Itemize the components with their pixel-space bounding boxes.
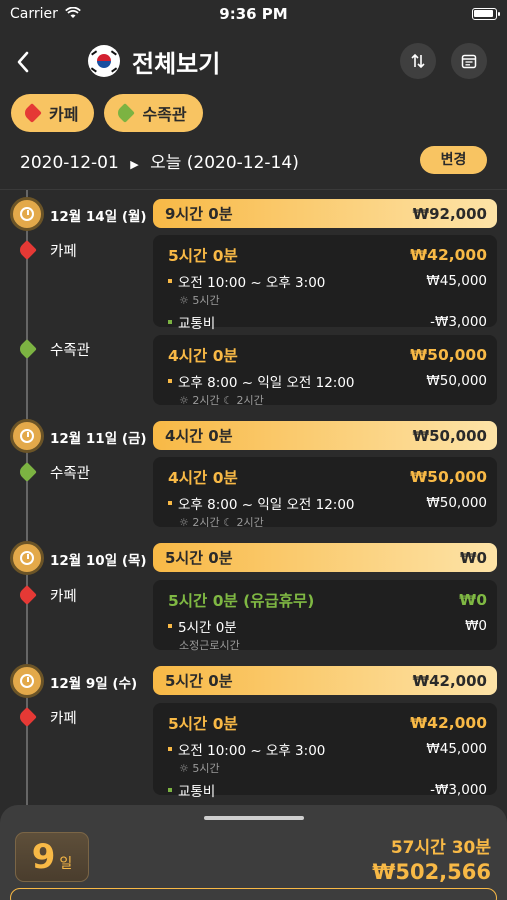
sheet-lower-panel xyxy=(10,888,497,900)
shift-breakdown: ☼ 2시간 ☾ 2시간 xyxy=(179,394,264,407)
job-name: 카페 xyxy=(50,244,77,260)
shift-hours-pay: ₩50,000 xyxy=(426,495,487,511)
extra-item: 교통비 xyxy=(178,784,216,800)
day-total-pay: ₩42,000 xyxy=(412,671,487,690)
calendar-button[interactable] xyxy=(451,43,487,79)
shift-card[interactable]: 4시간 0분 ₩50,000 오후 8:00 ~ 익일 오전 12:00 ₩50,0… xyxy=(153,335,497,407)
extra-item-pay: -₩3,000 xyxy=(430,782,487,798)
back-button[interactable] xyxy=(16,44,46,78)
extra-item-pay: -₩3,000 xyxy=(430,314,487,330)
shift-pay: ₩0 xyxy=(459,591,487,609)
day-total-pay: ₩92,000 xyxy=(412,204,487,223)
shift-hours: 오전 10:00 ~ 오후 3:00 xyxy=(178,743,326,759)
battery-icon xyxy=(472,8,500,20)
job-tag-icon xyxy=(17,707,37,727)
work-days-count: 9 xyxy=(31,837,56,877)
extra-item: 교통비 xyxy=(178,316,216,332)
shift-card[interactable]: 4시간 0분 ₩50,000 오후 8:00 ~ 익일 오전 12:00 ₩50,0… xyxy=(153,457,497,529)
shift-hours: 오전 10:00 ~ 오후 3:00 xyxy=(178,275,326,291)
shift-pay: ₩42,000 xyxy=(410,714,487,732)
day-label: 12월 11일 (금) xyxy=(50,431,147,447)
work-days-badge: 9 일 xyxy=(15,832,89,882)
shift-breakdown: ☼ 5시간 xyxy=(179,762,220,775)
job-name: 카페 xyxy=(50,589,77,605)
range-from: 2020-12-01 xyxy=(20,153,119,173)
summary-sheet[interactable]: 9 일 57시간 30분 ₩502,566 xyxy=(0,805,507,900)
shift-time: 5시간 0분 (유급휴무) xyxy=(168,592,315,610)
shift-breakdown: ☼ 5시간 xyxy=(179,294,220,307)
job-tag-icon xyxy=(17,240,37,260)
shift-time: 4시간 0분 xyxy=(168,469,238,487)
calendar-icon xyxy=(461,54,477,69)
day-summary-banner[interactable]: 9시간 0분 ₩92,000 xyxy=(153,199,497,228)
scheduled-label: 소정근로시간 xyxy=(179,639,240,652)
day-total-pay: ₩0 xyxy=(460,548,487,567)
timeline[interactable]: 12월 14일 (월) 9시간 0분 ₩92,000 카페 5시간 0분 ₩42,… xyxy=(0,190,507,810)
korea-flag-icon xyxy=(88,45,120,77)
day-total-time: 9시간 0분 xyxy=(165,205,233,223)
change-range-button[interactable]: 변경 xyxy=(420,146,487,174)
tag-aquarium[interactable]: 수족관 xyxy=(104,94,203,132)
shift-hours-pay: ₩45,000 xyxy=(426,741,487,757)
shift-breakdown: ☼ 2시간 ☾ 2시간 xyxy=(179,516,264,529)
job-tag-icon xyxy=(17,462,37,482)
shift-pay: ₩42,000 xyxy=(410,246,487,264)
day-node-icon xyxy=(10,419,44,453)
job-name: 수족관 xyxy=(50,466,91,482)
day-total-time: 5시간 0분 xyxy=(165,549,233,567)
day-total-pay: ₩50,000 xyxy=(412,426,487,445)
day-node-icon xyxy=(10,197,44,231)
tag-label: 카페 xyxy=(49,105,79,124)
shift-hours-pay: ₩50,000 xyxy=(426,373,487,389)
summary-totals: 57시간 30분 ₩502,566 xyxy=(372,833,491,884)
day-label: 12월 9일 (수) xyxy=(50,676,138,692)
swap-arrows-icon xyxy=(411,53,425,69)
shift-card[interactable]: 5시간 0분 ₩42,000 오전 10:00 ~ 오후 3:00 ₩45,000 … xyxy=(153,235,497,332)
tag-icon xyxy=(22,103,42,123)
shift-card[interactable]: 5시간 0분 ₩42,000 오전 10:00 ~ 오후 3:00 ₩45,000 … xyxy=(153,703,497,800)
filter-tags: 카페 수족관 xyxy=(11,94,203,132)
work-days-unit: 일 xyxy=(59,856,73,872)
date-range: 2020-12-01 ▶ 오늘 (2020-12-14) xyxy=(20,148,299,173)
status-bar: Carrier 9:36 PM xyxy=(0,0,507,28)
shift-time: 5시간 0분 xyxy=(168,247,238,265)
clock-time: 9:36 PM xyxy=(219,5,288,23)
tag-icon xyxy=(115,103,136,123)
shift-time: 5시간 0분 xyxy=(168,715,238,733)
shift-hours-pay: ₩45,000 xyxy=(426,273,487,289)
job-tag-icon xyxy=(17,339,37,359)
nav-bar: 전체보기 xyxy=(0,40,507,82)
day-node-icon xyxy=(10,541,44,575)
day-label: 12월 14일 (월) xyxy=(50,209,147,225)
tag-label: 수족관 xyxy=(142,105,187,124)
job-tag-icon xyxy=(17,585,37,605)
day-total-time: 4시간 0분 xyxy=(165,427,233,445)
shift-time: 4시간 0분 xyxy=(168,347,238,365)
day-total-time: 5시간 0분 xyxy=(165,672,233,690)
total-pay: ₩502,566 xyxy=(372,860,491,884)
job-name: 수족관 xyxy=(50,343,91,359)
page-title: 전체보기 xyxy=(132,50,221,78)
job-name: 카페 xyxy=(50,711,77,727)
day-summary-banner[interactable]: 4시간 0분 ₩50,000 xyxy=(153,421,497,450)
range-to: 오늘 (2020-12-14) xyxy=(150,153,299,173)
play-arrow-icon: ▶ xyxy=(130,158,139,171)
day-summary-banner[interactable]: 5시간 0분 ₩42,000 xyxy=(153,666,497,695)
shift-hours: 오후 8:00 ~ 익일 오전 12:00 xyxy=(178,497,355,513)
day-summary-banner[interactable]: 5시간 0분 ₩0 xyxy=(153,543,497,572)
sort-button[interactable] xyxy=(400,43,436,79)
day-label: 12월 10일 (목) xyxy=(50,553,147,569)
chevron-left-icon xyxy=(17,51,29,73)
tag-cafe[interactable]: 카페 xyxy=(11,94,95,132)
scheduled-pay: ₩0 xyxy=(465,618,487,634)
shift-pay: ₩50,000 xyxy=(410,346,487,364)
day-node-icon xyxy=(10,664,44,698)
scheduled-hours: 5시간 0분 xyxy=(178,620,237,636)
shift-pay: ₩50,000 xyxy=(410,468,487,486)
shift-card[interactable]: 5시간 0분 (유급휴무) ₩0 5시간 0분 ₩0 소정근로시간 xyxy=(153,580,497,652)
total-time: 57시간 30분 xyxy=(390,838,491,858)
sheet-grabber[interactable] xyxy=(204,816,304,820)
shift-hours: 오후 8:00 ~ 익일 오전 12:00 xyxy=(178,375,355,391)
